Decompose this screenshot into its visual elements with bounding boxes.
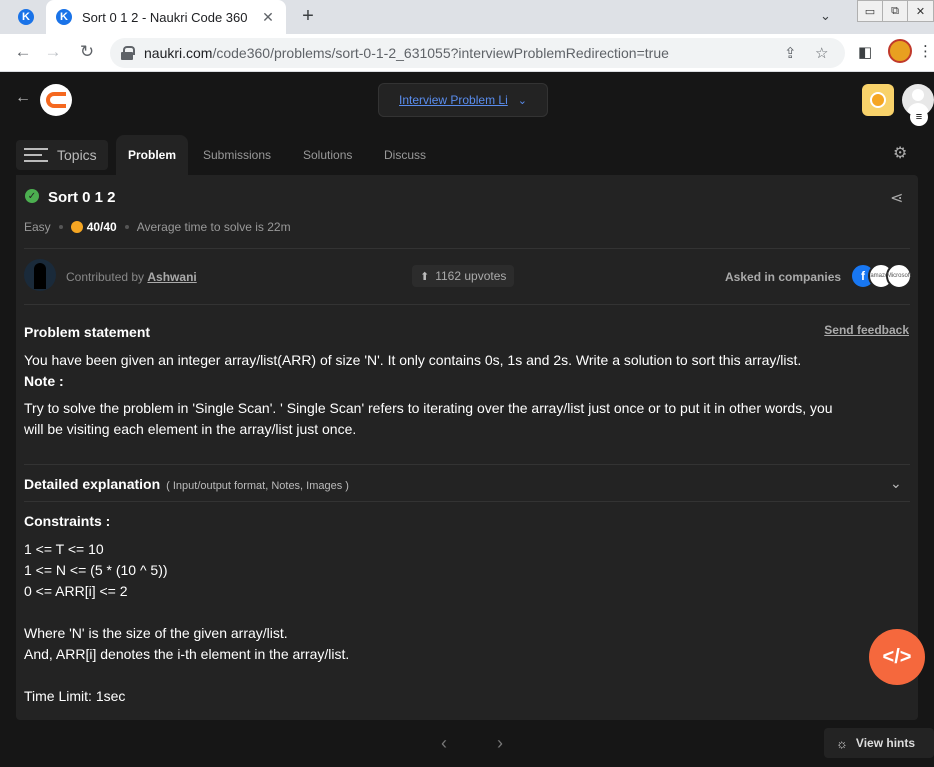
gear-icon[interactable]: ⚙ (893, 143, 907, 163)
coins-button[interactable] (862, 84, 894, 116)
coin-icon (870, 92, 886, 108)
url-text: naukri.com/code360/problems/sort-0-1-2_6… (144, 45, 669, 61)
reload-icon[interactable]: ↻ (76, 42, 98, 62)
interview-problem-list-dropdown[interactable]: Interview Problem Li ⌄ (378, 83, 548, 117)
divider (24, 304, 910, 305)
tab-search-icon[interactable]: ⌄ (820, 8, 831, 24)
browser-profile-avatar[interactable] (888, 39, 912, 63)
microsoft-logo-icon: Microsoft (886, 263, 912, 289)
upvote-count: 1162 upvotes (435, 269, 507, 283)
constraint-line: 1 <= T <= 10 (24, 541, 104, 557)
app-header: ← Interview Problem Li ⌄ (0, 72, 934, 128)
solved-check-icon: ✓ (25, 189, 39, 203)
share-icon[interactable]: ⋖ (890, 188, 903, 208)
constraint-line: 0 <= ARR[i] <= 2 (24, 583, 128, 599)
interview-list-label: Interview Problem Li (399, 93, 508, 107)
share-page-icon[interactable]: ⇪ (784, 44, 797, 62)
view-hints-label: View hints (855, 736, 916, 750)
restore-button[interactable]: ⧉ (883, 1, 908, 21)
asked-in-companies-label: Asked in companies (725, 270, 842, 284)
menu-icon[interactable]: ≡ (910, 108, 928, 126)
new-tab-button[interactable]: + (296, 5, 320, 28)
view-hints-button[interactable]: ☼ View hints (824, 728, 934, 758)
note-label: Note : (24, 373, 64, 389)
address-bar[interactable]: naukri.com/code360/problems/sort-0-1-2_6… (110, 38, 845, 68)
problem-statement-text: You have been given an integer array/lis… (24, 352, 802, 368)
problem-statement-heading: Problem statement (24, 324, 151, 340)
minimize-button[interactable]: ▭ (858, 1, 883, 21)
tab-submissions[interactable]: Submissions (203, 135, 271, 175)
chevron-down-icon: ⌄ (517, 94, 527, 107)
contributor-link[interactable]: Ashwani (147, 270, 196, 284)
bookmark-star-icon[interactable]: ☆ (815, 44, 828, 62)
separator-dot (124, 225, 129, 229)
difficulty-label: Easy (24, 220, 51, 234)
code-editor-button[interactable]: </> (869, 629, 925, 685)
upvote-button[interactable]: ⬆ 1162 upvotes (412, 265, 515, 287)
divider (24, 248, 910, 249)
topics-button[interactable]: Topics (16, 140, 108, 170)
where-text-line2: And, ARR[i] denotes the i-th element in … (24, 646, 350, 662)
tab-problem[interactable]: Problem (116, 135, 189, 175)
divider (24, 464, 910, 465)
topics-label: Topics (57, 147, 97, 163)
next-problem-icon[interactable]: › (497, 733, 503, 754)
note-text-line1: Try to solve the problem in 'Single Scan… (24, 400, 833, 416)
browser-tab-active[interactable]: K Sort 0 1 2 - Naukri Code 360 ✕ (46, 0, 286, 34)
close-tab-icon[interactable]: ✕ (260, 9, 276, 26)
tab-solutions[interactable]: Solutions (303, 135, 352, 175)
upvote-arrow-icon: ⬆ (420, 270, 430, 283)
naukri-favicon-icon: K (56, 9, 72, 25)
problem-meta: Easy 40/40 Average time to solve is 22m (24, 220, 291, 234)
back-arrow-icon[interactable]: ← (15, 89, 31, 107)
hamburger-icon (24, 148, 48, 162)
close-window-button[interactable]: ✕ (908, 1, 933, 21)
logo-mark-icon (46, 92, 66, 108)
lock-icon[interactable] (120, 46, 135, 60)
contributor-avatar (24, 259, 56, 291)
contributor-text: Contributed by Ashwani (66, 270, 197, 284)
prev-problem-icon[interactable]: ‹ (441, 733, 447, 754)
constraint-line: 1 <= N <= (5 * (10 ^ 5)) (24, 562, 168, 578)
where-text-line1: Where 'N' is the size of the given array… (24, 625, 288, 641)
browser-menu-icon[interactable]: ⋮ (918, 42, 933, 60)
company-logos[interactable]: f amazon Microsoft (850, 263, 912, 289)
time-limit-text: Time Limit: 1sec (24, 688, 126, 704)
window-controls: ▭ ⧉ ✕ (857, 0, 934, 22)
score-value: 40/40 (86, 220, 117, 234)
divider (24, 501, 910, 502)
browser-toolbar: ← → ↻ naukri.com/code360/problems/sort-0… (0, 34, 934, 72)
side-panel-icon[interactable]: ◧ (858, 43, 872, 61)
browser-tab-inactive[interactable]: K (10, 0, 42, 34)
avg-time-text: Average time to solve is 22m (136, 220, 291, 234)
problem-tabs-bar: Topics Problem Submissions Solutions Dis… (16, 135, 918, 175)
detailed-explanation-toggle[interactable]: Detailed explanation( Input/output forma… (24, 476, 349, 492)
problem-title: Sort 0 1 2 (48, 189, 116, 206)
back-icon[interactable]: ← (12, 42, 34, 62)
tab-title: Sort 0 1 2 - Naukri Code 360 (82, 9, 248, 25)
separator-dot (58, 225, 63, 229)
send-feedback-link[interactable]: Send feedback (824, 323, 909, 337)
lightbulb-icon: ☼ (836, 735, 848, 751)
coin-icon (70, 221, 83, 233)
code360-logo[interactable] (40, 84, 72, 116)
note-text-line2: will be visiting each element in the arr… (24, 421, 357, 437)
problem-panel: ✓ Sort 0 1 2 ⋖ Easy 40/40 Average time t… (16, 175, 918, 720)
tab-discuss[interactable]: Discuss (384, 135, 426, 175)
naukri-favicon-icon: K (18, 9, 34, 25)
browser-tab-strip: K K Sort 0 1 2 - Naukri Code 360 ✕ + ⌄ ▭… (0, 0, 934, 34)
detailed-explanation-subtitle: ( Input/output format, Notes, Images ) (166, 480, 349, 492)
forward-icon[interactable]: → (42, 42, 64, 62)
constraints-heading: Constraints : (24, 513, 111, 529)
chevron-down-icon[interactable]: ⌄ (890, 475, 902, 492)
